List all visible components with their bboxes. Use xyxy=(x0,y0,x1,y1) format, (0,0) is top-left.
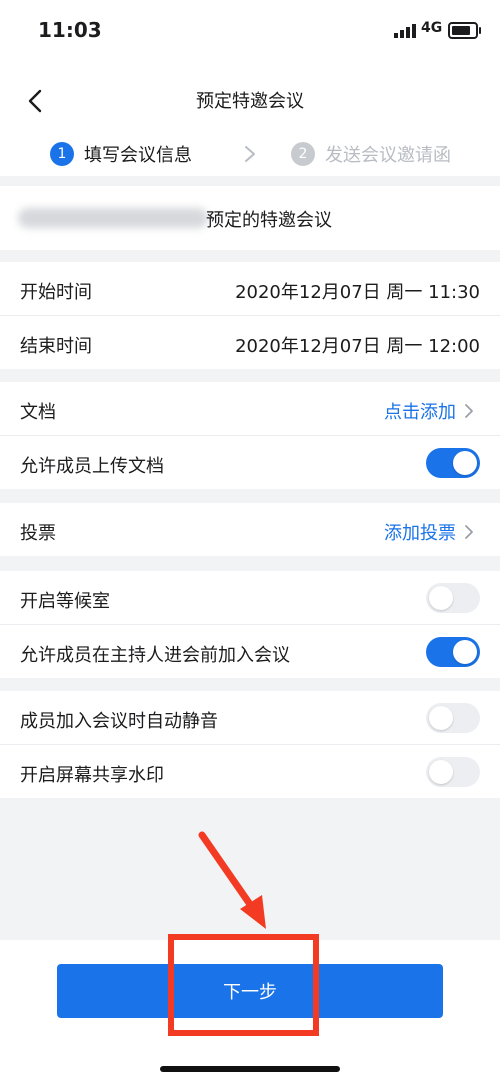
step-1: 1 填写会议信息 xyxy=(50,141,192,167)
toggle-knob xyxy=(429,760,453,784)
vote-row[interactable]: 投票 添加投票 xyxy=(0,503,500,556)
watermark-toggle[interactable] xyxy=(426,757,480,787)
chevron-right-icon xyxy=(465,525,473,539)
start-time-value[interactable]: 2020年12月07日 周一 11:30 xyxy=(235,278,480,304)
battery-icon xyxy=(448,22,481,39)
waiting-section: 开启等候室 允许成员在主持人进会前加入会议 xyxy=(0,571,500,678)
auto-mute-label: 成员加入会议时自动静音 xyxy=(20,711,218,732)
add-doc-link[interactable]: 点击添加 xyxy=(384,398,474,424)
meeting-name-row[interactable]: 预定的特邀会议 xyxy=(0,186,500,250)
meeting-name-text: 预定的特邀会议 xyxy=(206,210,332,231)
step-2: 2 发送会议邀请函 xyxy=(291,141,451,167)
start-time-row[interactable]: 开始时间 2020年12月07日 周一 11:30 xyxy=(0,262,500,316)
start-time-label: 开始时间 xyxy=(20,282,92,303)
chevron-right-icon xyxy=(465,404,473,418)
upload-docs-row: 允许成员上传文档 xyxy=(0,436,500,489)
watermark-row: 开启屏幕共享水印 xyxy=(0,745,500,798)
step-1-label: 填写会议信息 xyxy=(84,145,192,166)
toggle-knob xyxy=(453,640,477,664)
page-title: 预定特邀会议 xyxy=(196,91,304,112)
status-bar: 11:03 4G xyxy=(0,0,500,64)
time-section: 开始时间 2020年12月07日 周一 11:30 结束时间 2020年12月0… xyxy=(0,262,500,369)
toggle-knob xyxy=(429,586,453,610)
bottom-bar: 下一步 xyxy=(0,940,500,1083)
docs-section: 文档 点击添加 允许成员上传文档 xyxy=(0,382,500,489)
waiting-room-row: 开启等候室 xyxy=(0,571,500,625)
add-doc-text: 点击添加 xyxy=(384,402,456,423)
waiting-room-toggle[interactable] xyxy=(426,583,480,613)
watermark-label: 开启屏幕共享水印 xyxy=(20,765,164,786)
signal-icon xyxy=(394,24,416,38)
docs-label: 文档 xyxy=(20,402,56,423)
join-before-host-label: 允许成员在主持人进会前加入会议 xyxy=(20,645,290,666)
toggle-knob xyxy=(453,451,477,475)
annotation-arrow-icon xyxy=(198,831,266,929)
vote-label: 投票 xyxy=(20,523,56,544)
step-1-number: 1 xyxy=(50,142,74,166)
docs-row[interactable]: 文档 点击添加 xyxy=(0,382,500,436)
end-time-row[interactable]: 结束时间 2020年12月07日 周一 12:00 xyxy=(0,316,500,369)
home-indicator xyxy=(160,1066,340,1072)
waiting-room-label: 开启等候室 xyxy=(20,591,110,612)
end-time-value[interactable]: 2020年12月07日 周一 12:00 xyxy=(235,332,480,358)
join-before-host-row: 允许成员在主持人进会前加入会议 xyxy=(0,625,500,678)
step-2-label: 发送会议邀请函 xyxy=(325,145,451,166)
other-section: 成员加入会议时自动静音 开启屏幕共享水印 xyxy=(0,691,500,798)
chevron-right-icon xyxy=(245,146,255,162)
meeting-name-section: 预定的特邀会议 xyxy=(0,186,500,250)
network-type: 4G xyxy=(421,20,443,36)
upload-docs-label: 允许成员上传文档 xyxy=(20,456,164,477)
toggle-knob xyxy=(429,706,453,730)
step-2-number: 2 xyxy=(291,142,315,166)
status-time: 11:03 xyxy=(38,18,102,42)
end-time-label: 结束时间 xyxy=(20,336,92,357)
upload-docs-toggle[interactable] xyxy=(426,448,480,478)
vote-section: 投票 添加投票 xyxy=(0,503,500,556)
auto-mute-row: 成员加入会议时自动静音 xyxy=(0,691,500,745)
next-button[interactable]: 下一步 xyxy=(57,964,443,1018)
join-before-host-toggle[interactable] xyxy=(426,637,480,667)
redacted-name xyxy=(18,208,208,228)
add-vote-link[interactable]: 添加投票 xyxy=(384,519,474,545)
nav-header: 预定特邀会议 1 填写会议信息 2 发送会议邀请函 xyxy=(0,64,500,176)
add-vote-text: 添加投票 xyxy=(384,523,456,544)
auto-mute-toggle[interactable] xyxy=(426,703,480,733)
